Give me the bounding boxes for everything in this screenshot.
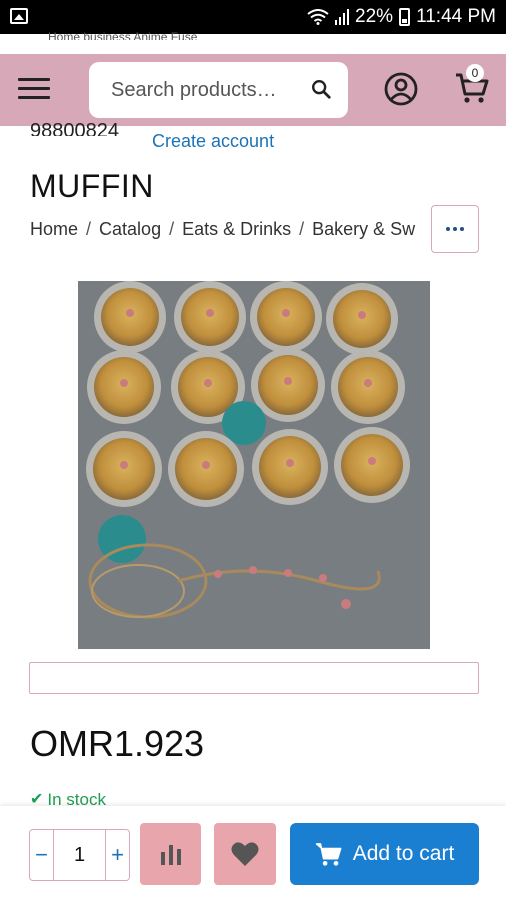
breadcrumb-catalog[interactable]: Catalog	[99, 219, 161, 239]
quantity-increase-button[interactable]: +	[105, 830, 129, 880]
cart-icon	[315, 843, 342, 866]
purchase-bar: − + Add to cart	[0, 806, 506, 900]
cart-count-badge: 0	[466, 64, 484, 82]
wishlist-button[interactable]	[214, 823, 276, 885]
bar-chart-icon	[160, 845, 181, 865]
menu-icon[interactable]	[18, 78, 50, 100]
create-account-link[interactable]: Create account	[152, 131, 274, 152]
phone-number: 98800824	[30, 120, 119, 136]
product-image[interactable]	[78, 281, 430, 649]
compare-button[interactable]	[140, 823, 201, 885]
signal-icon	[335, 9, 350, 25]
quantity-decrease-button[interactable]: −	[30, 830, 54, 880]
clock: 11:44 PM	[416, 6, 496, 27]
breadcrumb-more-button[interactable]	[431, 205, 479, 253]
site-header	[0, 54, 506, 126]
breadcrumb-separator: /	[169, 219, 175, 239]
status-bar-right: 22% 11:44 PM	[307, 6, 496, 28]
search-box	[89, 62, 348, 118]
breadcrumb-eats-drinks[interactable]: Eats & Drinks	[182, 219, 291, 239]
search-input[interactable]	[111, 76, 301, 104]
quantity-input[interactable]	[54, 830, 105, 880]
user-icon[interactable]	[384, 72, 418, 106]
page-title: MUFFIN	[30, 168, 154, 204]
search-icon[interactable]	[310, 78, 332, 100]
breadcrumb-home[interactable]: Home	[30, 219, 78, 239]
breadcrumb: Home / Catalog / Eats & Drinks / Bakery & Sw	[30, 219, 425, 240]
battery-percent: 22%	[355, 6, 394, 27]
breadcrumb-bakery[interactable]: Bakery & Sw	[312, 219, 415, 239]
status-bar: 22% 11:44 PM	[0, 0, 506, 34]
add-to-cart-button[interactable]: Add to cart	[290, 823, 479, 885]
scrolled-top-text: Home business Anime Fuse	[48, 30, 198, 40]
breadcrumb-separator: /	[299, 219, 305, 239]
gallery-icon	[10, 8, 28, 24]
quantity-stepper: − +	[29, 829, 130, 881]
breadcrumb-separator: /	[86, 219, 92, 239]
product-price: OMR1.923	[30, 723, 205, 764]
battery-icon	[399, 8, 411, 26]
more-dots-icon	[446, 227, 450, 231]
wifi-icon	[307, 9, 329, 25]
heart-icon	[231, 842, 259, 866]
add-to-cart-label: Add to cart	[352, 842, 455, 865]
image-thumbnail-strip[interactable]	[29, 662, 479, 694]
